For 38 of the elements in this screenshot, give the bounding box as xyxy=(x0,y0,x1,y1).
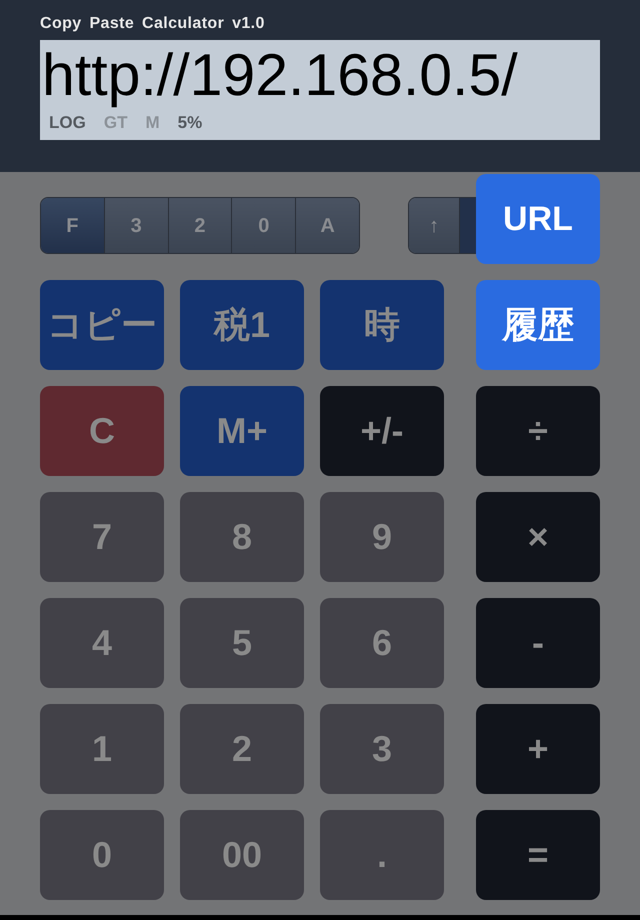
calculator-key[interactable]: ÷ xyxy=(476,386,600,476)
calculator-key[interactable]: 6 xyxy=(320,598,444,688)
selector-segment[interactable]: 0 xyxy=(231,198,296,253)
calculator-key[interactable]: - xyxy=(476,598,600,688)
calculator-key[interactable]: コピー xyxy=(40,280,164,370)
selector-segment[interactable]: 2 xyxy=(168,198,232,253)
calculator-key[interactable]: 8 xyxy=(180,492,304,582)
calculator-key[interactable]: . xyxy=(320,810,444,900)
calculator-key[interactable]: 税1 xyxy=(180,280,304,370)
calculator-key[interactable]: 0 xyxy=(40,810,164,900)
indicator-label: M xyxy=(145,112,160,134)
selector-segment[interactable] xyxy=(459,198,476,253)
calculator-key[interactable]: 履歴 xyxy=(476,280,600,370)
calculator-key[interactable]: 4 xyxy=(40,598,164,688)
calculator-key[interactable]: 9 xyxy=(320,492,444,582)
calculator-key[interactable]: C xyxy=(40,386,164,476)
calculator-key[interactable]: × xyxy=(476,492,600,582)
calculator-key[interactable]: 7 xyxy=(40,492,164,582)
indicator-label: LOG xyxy=(49,112,86,134)
calculator-key[interactable]: +/- xyxy=(320,386,444,476)
indicator-label: 5% xyxy=(178,112,202,134)
selector-segment[interactable]: 3 xyxy=(104,198,168,253)
selector-segment[interactable]: ↑ xyxy=(409,198,459,253)
calculator-key[interactable]: M+ xyxy=(180,386,304,476)
calculator-key[interactable]: 1 xyxy=(40,704,164,794)
calculator-key[interactable]: 5 xyxy=(180,598,304,688)
calculator-key[interactable]: + xyxy=(476,704,600,794)
calculator-key[interactable]: = xyxy=(476,810,600,900)
calculator-key[interactable]: 3 xyxy=(320,704,444,794)
calculator-key[interactable]: 時 xyxy=(320,280,444,370)
app-title: Copy Paste Calculator v1.0 xyxy=(40,14,266,34)
display-value: http://192.168.0.5/ xyxy=(42,41,519,110)
indicator-label: GT xyxy=(104,112,128,134)
selector-segment[interactable]: F xyxy=(41,198,104,253)
calculator-key[interactable]: 2 xyxy=(180,704,304,794)
url-button[interactable]: URL xyxy=(476,174,600,264)
selector-segment[interactable]: A xyxy=(295,198,359,253)
calculator-key[interactable]: 00 xyxy=(180,810,304,900)
